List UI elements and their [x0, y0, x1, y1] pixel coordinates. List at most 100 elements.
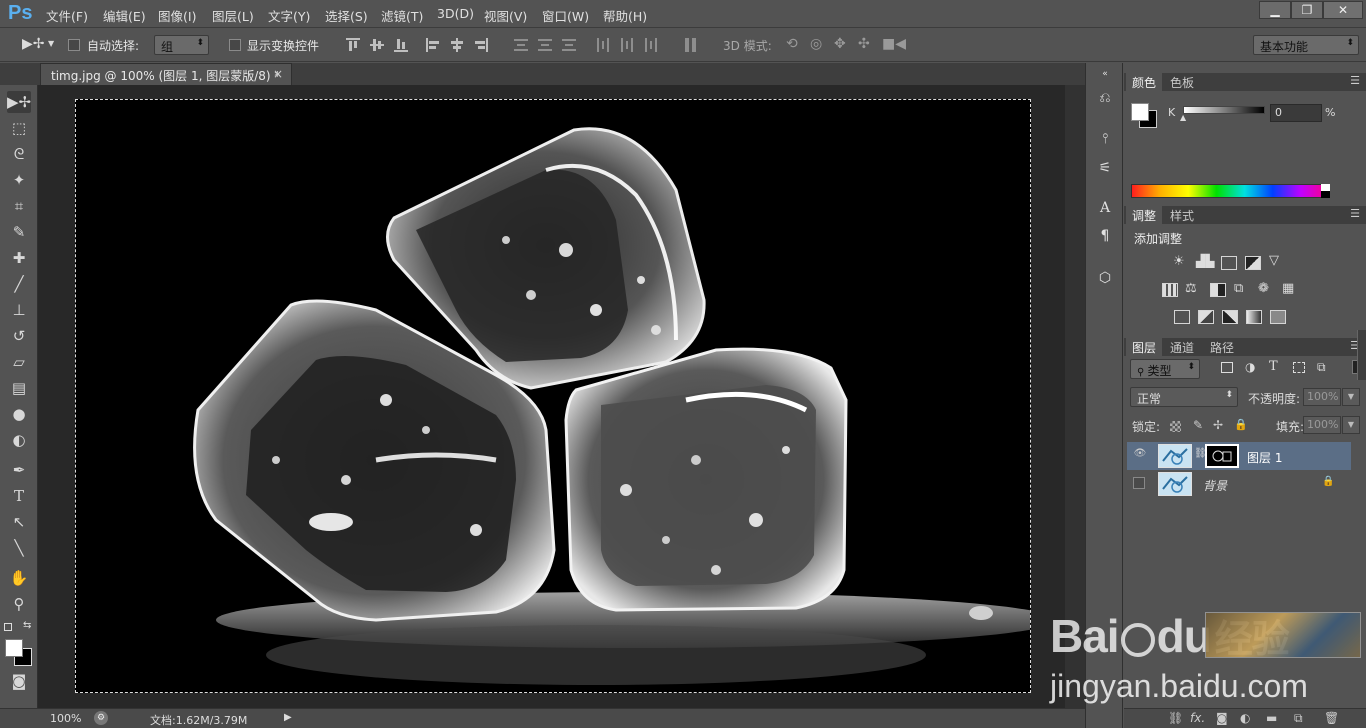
- vibrance-icon[interactable]: ▽: [1269, 253, 1279, 268]
- quick-mask-icon[interactable]: ◙: [7, 670, 31, 692]
- channel-mixer-icon[interactable]: ❁: [1258, 281, 1269, 296]
- swap-colors-icon[interactable]: ⇆: [23, 620, 31, 631]
- tab-color[interactable]: 颜色: [1126, 73, 1163, 91]
- lock-transparency-icon[interactable]: [1170, 421, 1181, 432]
- align-top-icon[interactable]: [346, 38, 360, 52]
- tab-channels[interactable]: 通道: [1164, 338, 1200, 356]
- visibility-eye-icon[interactable]: 👁: [1133, 448, 1147, 462]
- align-hcenter-icon[interactable]: [450, 38, 464, 52]
- color-spectrum-bar[interactable]: [1131, 184, 1330, 198]
- brush-panel-icon[interactable]: ⫯: [1096, 130, 1114, 148]
- eyedropper-tool-icon[interactable]: ✎: [7, 221, 31, 243]
- collapse-icon[interactable]: «: [1096, 65, 1114, 83]
- align-left-icon[interactable]: [426, 38, 440, 52]
- brush-presets-icon[interactable]: ⚟: [1096, 159, 1114, 177]
- tab-adjustments[interactable]: 调整: [1126, 206, 1163, 224]
- rotate-3d-icon[interactable]: ⟲: [786, 36, 798, 52]
- layer-name[interactable]: 图层 1: [1247, 449, 1282, 466]
- tab-layers[interactable]: 图层: [1126, 338, 1163, 356]
- type-tool-icon[interactable]: T: [7, 485, 31, 507]
- blur-tool-icon[interactable]: ●: [7, 403, 31, 425]
- paragraph-panel-icon[interactable]: ¶: [1096, 227, 1114, 245]
- default-colors-icon[interactable]: [4, 623, 12, 631]
- distribute-vcenter-icon[interactable]: [538, 38, 552, 52]
- eraser-tool-icon[interactable]: ▱: [7, 351, 31, 373]
- exposure-icon[interactable]: [1245, 256, 1261, 270]
- history-panel-icon[interactable]: ⎌: [1096, 89, 1114, 107]
- tab-styles[interactable]: 样式: [1164, 206, 1200, 224]
- new-layer-icon[interactable]: ⧉: [1294, 711, 1303, 726]
- auto-align-icon[interactable]: [684, 38, 698, 52]
- drag-3d-icon[interactable]: ✥: [834, 36, 846, 52]
- tab-paths[interactable]: 路径: [1204, 338, 1240, 356]
- filter-shape-icon[interactable]: [1293, 362, 1305, 373]
- new-group-icon[interactable]: ▬: [1266, 711, 1277, 725]
- line-tool-icon[interactable]: ╲: [7, 537, 31, 559]
- status-info-icon[interactable]: ⚙: [94, 711, 108, 725]
- chevron-down-icon[interactable]: ▼: [48, 39, 54, 48]
- align-bottom-icon[interactable]: [394, 38, 408, 52]
- menu-filter[interactable]: 滤镜(T): [381, 6, 423, 25]
- roll-3d-icon[interactable]: ◎: [810, 36, 822, 52]
- marquee-tool-icon[interactable]: ⬚: [7, 117, 31, 139]
- brush-tool-icon[interactable]: ╱: [7, 273, 31, 295]
- layer-row-background[interactable]: 背景 🔒: [1127, 470, 1351, 498]
- hand-tool-icon[interactable]: ✋: [7, 567, 31, 589]
- show-transform-checkbox[interactable]: [229, 39, 241, 51]
- zoom-level[interactable]: 100%: [50, 712, 81, 725]
- slider-handle-icon[interactable]: ▲: [1180, 113, 1186, 122]
- posterize-icon[interactable]: [1198, 310, 1214, 324]
- panel-scrollbar[interactable]: [1357, 330, 1366, 380]
- lock-position-icon[interactable]: ✢: [1213, 418, 1223, 432]
- filter-smart-object-icon[interactable]: ⧉: [1317, 360, 1326, 375]
- healing-brush-tool-icon[interactable]: ✚: [7, 247, 31, 269]
- adjustment-layer-icon[interactable]: ◐: [1240, 711, 1250, 725]
- menu-help[interactable]: 帮助(H): [603, 6, 647, 25]
- history-brush-tool-icon[interactable]: ↺: [7, 325, 31, 347]
- color-balance-icon[interactable]: ⚖: [1185, 281, 1197, 296]
- foreground-color-swatch[interactable]: [5, 639, 23, 657]
- character-panel-icon[interactable]: A: [1096, 199, 1114, 217]
- filter-adjustment-icon[interactable]: ◑: [1245, 360, 1255, 374]
- layer-mask-thumbnail[interactable]: [1205, 444, 1239, 468]
- layer-row-layer1[interactable]: 👁 ⛓ 图层 1: [1127, 442, 1351, 470]
- opacity-input[interactable]: 100%: [1303, 388, 1341, 406]
- chevron-down-icon[interactable]: ▼: [1342, 416, 1360, 434]
- invert-icon[interactable]: [1174, 310, 1190, 324]
- k-slider[interactable]: [1183, 106, 1265, 114]
- move-tool-preset-icon[interactable]: ▶✢: [22, 36, 45, 52]
- distribute-bottom-icon[interactable]: [562, 38, 576, 52]
- k-value-input[interactable]: 0: [1270, 104, 1322, 122]
- menu-file[interactable]: 文件(F): [46, 6, 88, 25]
- menu-image[interactable]: 图像(I): [158, 6, 196, 25]
- black-white-icon[interactable]: [1210, 283, 1226, 297]
- scale-3d-icon[interactable]: ■◀: [882, 36, 906, 52]
- distribute-right-icon[interactable]: [644, 38, 658, 52]
- color-lookup-icon[interactable]: ▦: [1282, 281, 1294, 296]
- close-button[interactable]: ✕: [1323, 1, 1363, 19]
- dodge-tool-icon[interactable]: ◐: [7, 429, 31, 451]
- curves-icon[interactable]: [1221, 256, 1237, 270]
- hue-saturation-icon[interactable]: [1162, 283, 1178, 297]
- zoom-tool-icon[interactable]: ⚲: [7, 593, 31, 615]
- document-tab[interactable]: timg.jpg @ 100% (图层 1, 图层蒙版/8) * ×: [40, 63, 292, 85]
- fill-input[interactable]: 100%: [1303, 416, 1341, 434]
- lock-all-icon[interactable]: 🔒: [1234, 418, 1248, 431]
- 3d-panel-icon[interactable]: ⬡: [1096, 269, 1114, 287]
- menu-select[interactable]: 选择(S): [325, 6, 368, 25]
- add-mask-icon[interactable]: ◙: [1216, 711, 1228, 725]
- tab-swatches[interactable]: 色板: [1164, 73, 1200, 91]
- panel-menu-icon[interactable]: ☰: [1350, 74, 1360, 87]
- lasso-tool-icon[interactable]: ᘓ: [7, 143, 31, 165]
- layer-name[interactable]: 背景: [1203, 477, 1227, 494]
- crop-tool-icon[interactable]: ⌗: [7, 195, 31, 217]
- blend-mode-dropdown[interactable]: 正常 ⬍: [1130, 387, 1238, 407]
- clone-stamp-tool-icon[interactable]: ⊥: [7, 299, 31, 321]
- pen-tool-icon[interactable]: ✒: [7, 459, 31, 481]
- filter-pixel-icon[interactable]: [1221, 362, 1233, 373]
- magic-wand-tool-icon[interactable]: ✦: [7, 169, 31, 191]
- menu-window[interactable]: 窗口(W): [542, 6, 589, 25]
- spectrum-black[interactable]: [1321, 191, 1330, 198]
- fx-icon[interactable]: fx.: [1190, 711, 1205, 725]
- move-tool-icon[interactable]: ▶✢: [7, 91, 31, 113]
